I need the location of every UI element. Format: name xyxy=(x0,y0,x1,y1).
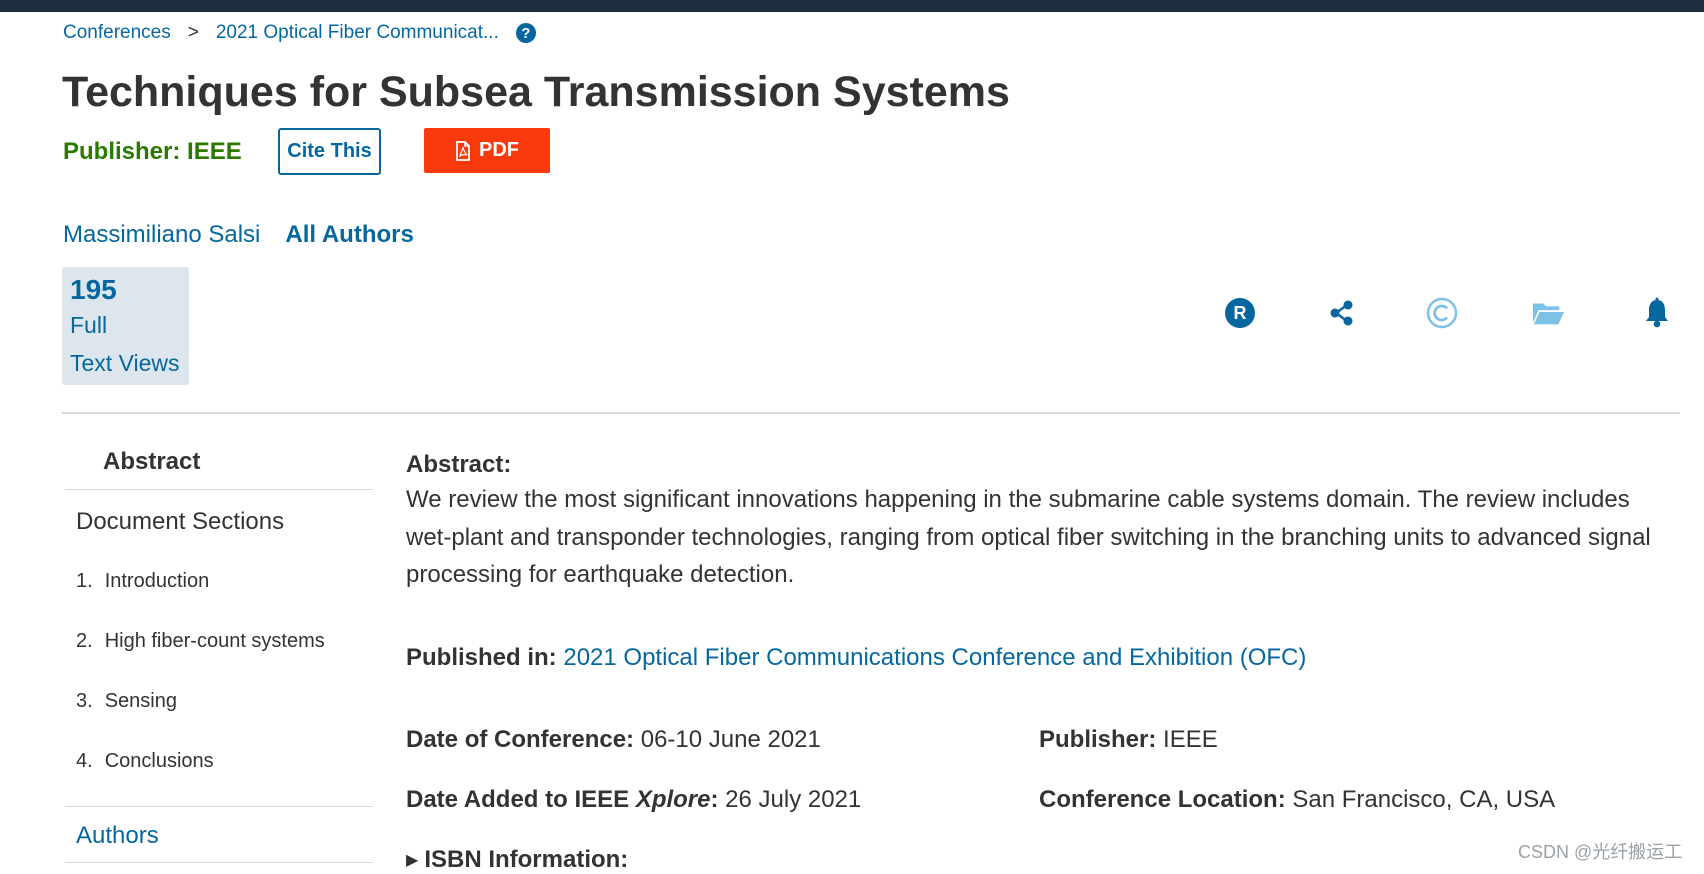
author-link[interactable]: Massimiliano Salsi xyxy=(63,221,260,249)
date-added-label: Date Added to IEEE Xplore: xyxy=(406,786,719,813)
published-in-link[interactable]: 2021 Optical Fiber Communications Confer… xyxy=(563,644,1306,671)
sidebar-item-abstract[interactable]: Abstract xyxy=(103,448,200,476)
sidebar-divider xyxy=(65,806,373,807)
section-label: Conclusions xyxy=(104,750,214,772)
watermark: CSDN @光纤搬运工 xyxy=(1518,842,1683,862)
publisher-detail: Publisher: IEEE xyxy=(1039,726,1218,754)
views-label-line2: Text Views xyxy=(70,350,180,376)
breadcrumb-conferences-link[interactable]: Conferences xyxy=(63,22,171,44)
pdf-file-icon xyxy=(456,140,470,161)
section-label: Sensing xyxy=(104,690,177,712)
date-added: Date Added to IEEE Xplore: 26 July 2021 xyxy=(406,786,861,814)
authors-line: Massimiliano Salsi All Authors xyxy=(63,221,414,249)
cite-this-button[interactable]: Cite This xyxy=(278,128,381,175)
document-sections-heading[interactable]: Document Sections xyxy=(76,508,284,536)
help-icon[interactable]: ? xyxy=(515,23,536,43)
svg-text:R: R xyxy=(1234,303,1247,323)
sidebar-divider xyxy=(65,862,373,863)
document-title: Techniques for Subsea Transmission Syste… xyxy=(62,68,1010,116)
conference-location: Conference Location: San Francisco, CA, … xyxy=(1039,786,1555,814)
sidebar-item-authors[interactable]: Authors xyxy=(76,822,159,850)
date-of-conference-value: 06-10 June 2021 xyxy=(640,726,821,753)
abstract-heading: Abstract: xyxy=(406,451,512,478)
published-in: Published in: 2021 Optical Fiber Communi… xyxy=(406,644,1676,672)
date-of-conference: Date of Conference: 06-10 June 2021 xyxy=(406,726,821,754)
isbn-label: ISBN Information: xyxy=(424,846,629,873)
section-number: 4. xyxy=(76,750,93,772)
folder-icon[interactable] xyxy=(1531,296,1565,330)
all-authors-link[interactable]: All Authors xyxy=(285,221,413,249)
publisher-label: Publisher: xyxy=(63,138,181,165)
views-label-line1: Full xyxy=(70,312,108,338)
breadcrumb-separator: > xyxy=(187,22,199,43)
section-number: 1. xyxy=(76,570,93,592)
alert-bell-icon[interactable] xyxy=(1640,296,1674,330)
section-label: Introduction xyxy=(104,570,210,592)
abstract-text: We review the most significant innovatio… xyxy=(406,486,1651,588)
publisher-line: Publisher: IEEE xyxy=(63,138,242,166)
sidebar-section-introduction[interactable]: 1. Introduction xyxy=(76,570,209,593)
rights-permissions-icon[interactable]: R xyxy=(1223,296,1257,330)
sidebar-section-conclusions[interactable]: 4. Conclusions xyxy=(76,750,214,773)
publisher-detail-label: Publisher: xyxy=(1039,726,1157,753)
section-label: High fiber-count systems xyxy=(104,630,325,652)
breadcrumb-conference-link[interactable]: 2021 Optical Fiber Communicat... xyxy=(216,22,499,44)
isbn-toggle[interactable]: ▶ ISBN Information: xyxy=(406,846,628,874)
views-count: 195 xyxy=(70,274,117,305)
sidebar-divider xyxy=(65,489,373,490)
pdf-button[interactable]: PDF xyxy=(424,128,550,173)
published-in-label: Published in: xyxy=(406,644,557,671)
date-added-value: 26 July 2021 xyxy=(725,786,862,813)
sidebar-section-sensing[interactable]: 3. Sensing xyxy=(76,690,177,713)
full-text-views-metric[interactable]: 195 Full Text Views xyxy=(62,267,189,385)
conference-location-value: San Francisco, CA, USA xyxy=(1292,786,1556,813)
date-of-conference-label: Date of Conference: xyxy=(406,726,635,753)
section-number: 2. xyxy=(76,630,93,652)
publisher-value: IEEE xyxy=(187,138,242,165)
section-number: 3. xyxy=(76,690,93,712)
top-bar xyxy=(0,0,1704,12)
publisher-detail-value: IEEE xyxy=(1163,726,1218,753)
share-icon[interactable] xyxy=(1325,296,1359,330)
copyright-icon[interactable] xyxy=(1425,296,1459,330)
expand-triangle-icon: ▶ xyxy=(406,852,419,869)
pdf-button-label: PDF xyxy=(479,139,519,161)
conference-location-label: Conference Location: xyxy=(1039,786,1286,813)
header-divider xyxy=(62,412,1680,414)
sidebar-section-high-fiber-count[interactable]: 2. High fiber-count systems xyxy=(76,630,325,653)
breadcrumb: Conferences > 2021 Optical Fiber Communi… xyxy=(63,22,536,44)
